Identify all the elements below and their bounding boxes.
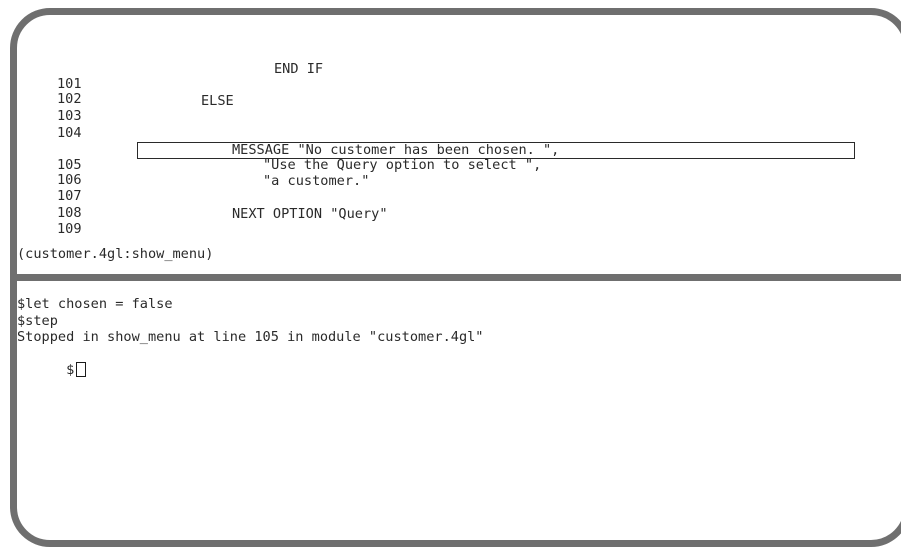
location-indicator: (customer.4gl:show_menu) [17, 246, 214, 262]
code-text: "a customer." [263, 173, 370, 189]
text-cursor[interactable] [76, 362, 87, 377]
source-line: 103 ELSE [17, 94, 234, 124]
code-text: END IF [274, 61, 324, 77]
command-history-line: $step [17, 313, 58, 329]
command-pane[interactable]: $let chosen = false $step Stopped in sho… [17, 281, 901, 540]
pane-divider [17, 274, 901, 281]
code-text: MESSAGE "No customer has been chosen. ", [232, 142, 560, 158]
command-prompt-line[interactable]: $ [17, 347, 87, 378]
code-text: "Use the Query option to select ", [263, 157, 542, 173]
debugger-window: 101 END IF 102 103 ELSE 104 105 MESSAGE … [10, 8, 901, 547]
source-line: 101 END IF [17, 62, 323, 92]
code-text: NEXT OPTION "Query" [232, 206, 388, 222]
line-number: 104 [57, 125, 82, 141]
source-pane: 101 END IF 102 103 ELSE 104 105 MESSAGE … [17, 15, 901, 274]
command-history-line: Stopped in show_menu at line 105 in modu… [17, 329, 484, 345]
source-line: 104 [17, 111, 82, 141]
source-line: 109 NEXT OPTION "Query" [17, 207, 388, 237]
prompt-symbol: $ [66, 362, 75, 378]
code-text: ELSE [201, 93, 234, 109]
source-line: 108 [17, 191, 82, 221]
source-line-current: 105 MESSAGE "No customer has been chosen… [17, 143, 559, 173]
line-number: 109 [57, 221, 82, 237]
source-line: 106 "Use the Query option to select ", [17, 158, 541, 188]
source-line: 107 "a customer." [17, 174, 369, 204]
command-history-line: $let chosen = false [17, 296, 173, 312]
source-line: 102 [17, 77, 82, 107]
